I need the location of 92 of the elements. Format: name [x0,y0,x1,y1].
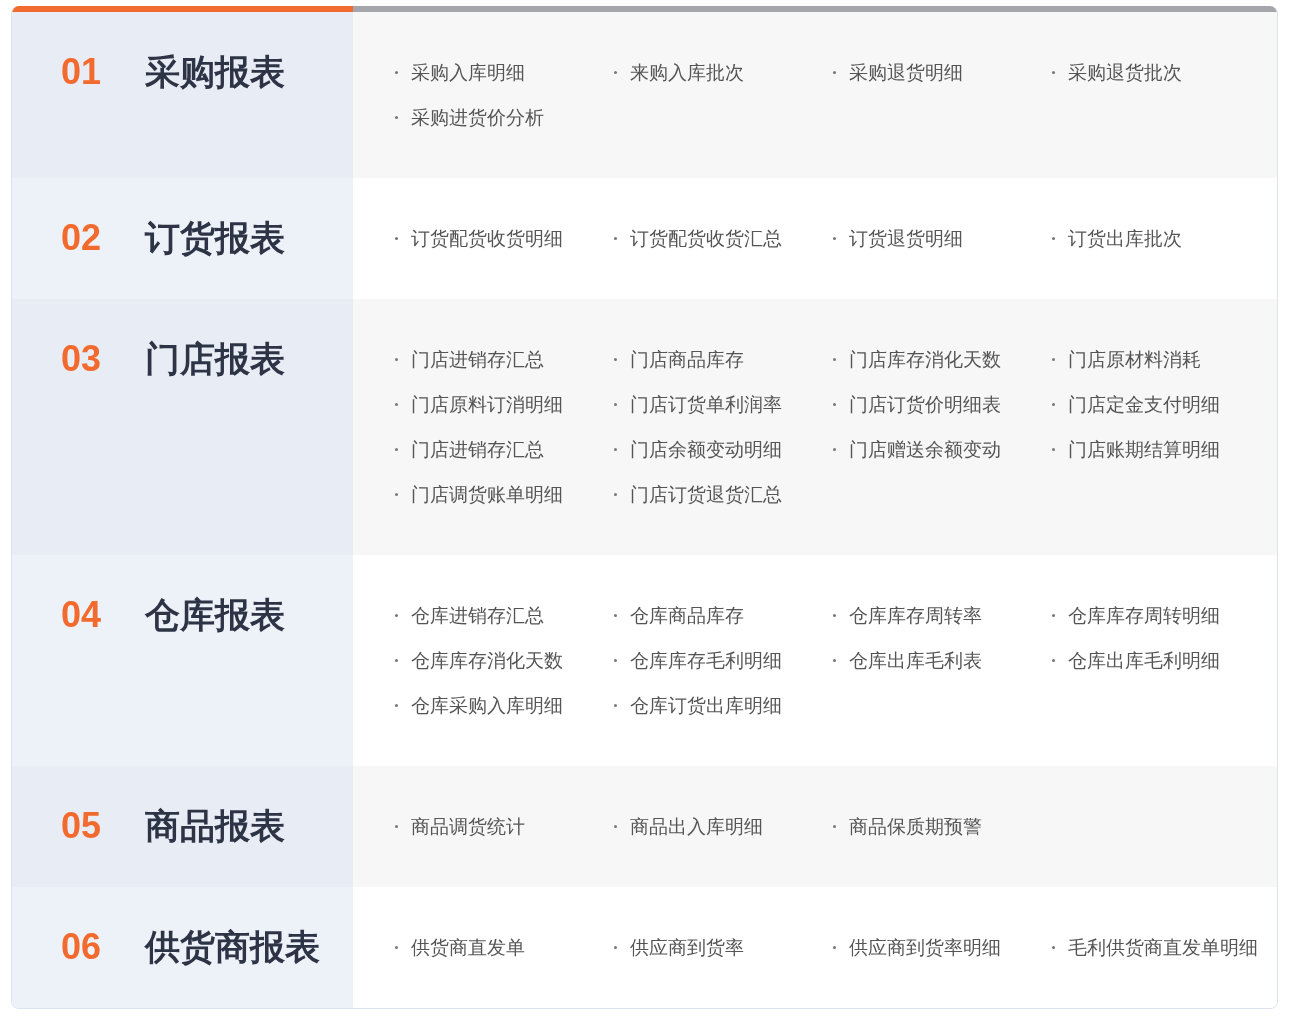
bullet-icon [395,71,398,74]
report-link[interactable]: 供应商到货率明细 [849,934,1001,961]
bullet-icon [614,825,617,828]
bullet-icon [1052,614,1055,617]
report-link[interactable]: 仓库库存周转明细 [1068,602,1220,629]
section-number: 06 [61,925,103,969]
bullet-icon [614,493,617,496]
report-link[interactable]: 商品保质期预警 [849,813,982,840]
bullet-icon [1052,237,1055,240]
bullet-icon [1052,358,1055,361]
section-title: 供货商报表 [145,926,320,969]
report-link[interactable]: 门店定金支付明细 [1068,391,1220,418]
bullet-icon [833,659,836,662]
section-title: 订货报表 [145,217,285,260]
report-link[interactable]: 订货配货收货明细 [411,225,563,252]
bullet-icon [614,659,617,662]
bullet-icon [833,448,836,451]
report-link[interactable]: 仓库库存周转率 [849,602,982,629]
bullet-icon [614,403,617,406]
bullet-icon [395,704,398,707]
report-link[interactable]: 商品出入库明细 [630,813,763,840]
report-link[interactable]: 仓库出库毛利表 [849,647,982,674]
report-link[interactable]: 仓库出库毛利明细 [1068,647,1220,674]
report-link[interactable]: 仓库进销存汇总 [411,602,544,629]
report-link[interactable]: 门店订货退货汇总 [630,481,782,508]
bullet-icon [614,358,617,361]
bullet-icon [833,614,836,617]
bullet-icon [1052,659,1055,662]
report-link[interactable]: 门店进销存汇总 [411,346,544,373]
bullet-icon [614,704,617,707]
bullet-icon [395,614,398,617]
report-link[interactable]: 订货出库批次 [1068,225,1182,252]
report-link[interactable]: 供应商到货率 [630,934,744,961]
bullet-icon [833,825,836,828]
bullet-icon [1052,403,1055,406]
report-link[interactable]: 订货退货明细 [849,225,963,252]
bullet-icon [395,659,398,662]
section-number: 04 [61,593,103,637]
bullet-icon [614,448,617,451]
section-title: 门店报表 [145,338,285,381]
bullet-icon [833,403,836,406]
section-title: 采购报表 [145,51,285,94]
report-link[interactable]: 门店库存消化天数 [849,346,1001,373]
bullet-icon [614,946,617,949]
bullet-icon [395,237,398,240]
report-link[interactable]: 门店订货价明细表 [849,391,1001,418]
report-link[interactable]: 采购退货明细 [849,59,963,86]
report-link[interactable]: 订货配货收货汇总 [630,225,782,252]
section-number: 03 [61,337,103,381]
report-link[interactable]: 商品调货统计 [411,813,525,840]
bullet-icon [395,116,398,119]
report-link[interactable]: 毛利供货商直发单明细 [1068,934,1258,961]
report-link[interactable]: 门店账期结算明细 [1068,436,1220,463]
report-link[interactable]: 采购进货价分析 [411,104,544,131]
bullet-icon [1052,946,1055,949]
bullet-icon [395,493,398,496]
section-title: 仓库报表 [145,594,285,637]
section-number: 02 [61,216,103,260]
section-number: 05 [61,804,103,848]
bullet-icon [395,448,398,451]
bullet-icon [614,614,617,617]
bullet-icon [833,237,836,240]
bullet-icon [614,71,617,74]
bullet-icon [395,358,398,361]
report-link[interactable]: 采购退货批次 [1068,59,1182,86]
report-link[interactable]: 门店余额变动明细 [630,436,782,463]
report-link[interactable]: 供货商直发单 [411,934,525,961]
report-link[interactable]: 门店原材料消耗 [1068,346,1201,373]
bullet-icon [614,237,617,240]
bullet-icon [833,71,836,74]
report-link[interactable]: 门店商品库存 [630,346,744,373]
report-link[interactable]: 仓库库存毛利明细 [630,647,782,674]
bullet-icon [395,403,398,406]
section-number: 01 [61,50,103,94]
report-link[interactable]: 采购入库明细 [411,59,525,86]
section-title: 商品报表 [145,805,285,848]
report-link[interactable]: 仓库库存消化天数 [411,647,563,674]
report-link[interactable]: 门店订货单利润率 [630,391,782,418]
report-link[interactable]: 门店赠送余额变动 [849,436,1001,463]
bullet-icon [833,946,836,949]
bullet-icon [395,946,398,949]
bullet-icon [395,825,398,828]
report-link[interactable]: 仓库订货出库明细 [630,692,782,719]
bullet-icon [1052,71,1055,74]
report-link[interactable]: 仓库采购入库明细 [411,692,563,719]
report-link[interactable]: 来购入库批次 [630,59,744,86]
report-link[interactable]: 仓库商品库存 [630,602,744,629]
report-link[interactable]: 门店原料订消明细 [411,391,563,418]
bullet-icon [1052,448,1055,451]
report-link[interactable]: 门店调货账单明细 [411,481,563,508]
bullet-icon [833,358,836,361]
report-link[interactable]: 门店进销存汇总 [411,436,544,463]
